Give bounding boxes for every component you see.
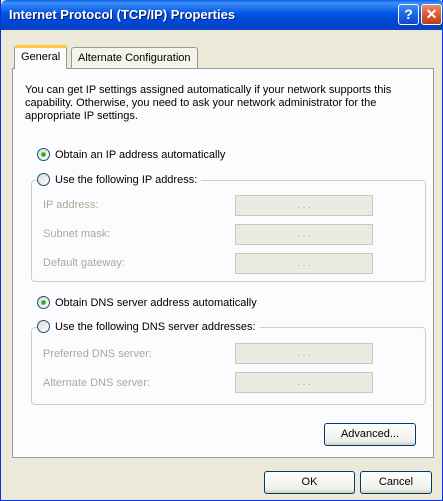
- radio-label: Obtain an IP address automatically: [55, 148, 226, 161]
- radio-indicator[interactable]: [37, 148, 50, 161]
- alternate-dns-field: . . .: [235, 372, 373, 393]
- advanced-button[interactable]: Advanced...: [324, 423, 416, 446]
- description-text: You can get IP settings assigned automat…: [25, 84, 392, 122]
- cancel-button[interactable]: Cancel: [360, 471, 432, 494]
- radio-obtain-ip-auto[interactable]: Obtain an IP address automatically: [37, 148, 230, 161]
- alternate-dns-label: Alternate DNS server:: [43, 377, 150, 389]
- radio-use-following-dns[interactable]: Use the following DNS server addresses:: [37, 320, 260, 333]
- ip-address-field: . . .: [235, 195, 373, 216]
- help-button[interactable]: ?: [398, 4, 419, 25]
- radio-label: Use the following DNS server addresses:: [55, 320, 256, 333]
- preferred-dns-value: . . .: [297, 348, 311, 359]
- alternate-dns-value: . . .: [297, 377, 311, 388]
- radio-indicator[interactable]: [37, 320, 50, 333]
- default-gateway-value: . . .: [297, 258, 311, 269]
- radio-indicator[interactable]: [37, 296, 50, 309]
- subnet-mask-label: Subnet mask:: [43, 228, 111, 240]
- default-gateway-label: Default gateway:: [43, 257, 125, 269]
- preferred-dns-label: Preferred DNS server:: [43, 348, 152, 360]
- ip-address-label: IP address:: [43, 199, 99, 211]
- window-title: Internet Protocol (TCP/IP) Properties: [9, 7, 236, 22]
- radio-indicator[interactable]: [37, 173, 50, 186]
- close-icon: ✕: [425, 6, 438, 22]
- subnet-mask-field: . . .: [235, 224, 373, 245]
- dns-server-group: [31, 327, 426, 405]
- question-mark-icon: ?: [404, 6, 413, 22]
- subnet-mask-value: . . .: [297, 229, 311, 240]
- radio-label: Use the following IP address:: [55, 173, 198, 186]
- radio-use-following-ip[interactable]: Use the following IP address:: [37, 173, 202, 186]
- ok-button[interactable]: OK: [264, 471, 355, 494]
- tab-general[interactable]: General: [14, 45, 68, 69]
- default-gateway-field: . . .: [235, 253, 373, 274]
- title-bar[interactable]: Internet Protocol (TCP/IP) Properties ? …: [1, 0, 443, 30]
- close-button[interactable]: ✕: [421, 4, 442, 25]
- preferred-dns-field: . . .: [235, 343, 373, 364]
- tcpip-properties-dialog: Internet Protocol (TCP/IP) Properties ? …: [0, 0, 443, 501]
- tab-alternate-configuration[interactable]: Alternate Configuration: [71, 47, 198, 69]
- radio-label: Obtain DNS server address automatically: [55, 296, 257, 309]
- radio-obtain-dns-auto[interactable]: Obtain DNS server address automatically: [37, 296, 261, 309]
- ip-address-value: . . .: [297, 200, 311, 211]
